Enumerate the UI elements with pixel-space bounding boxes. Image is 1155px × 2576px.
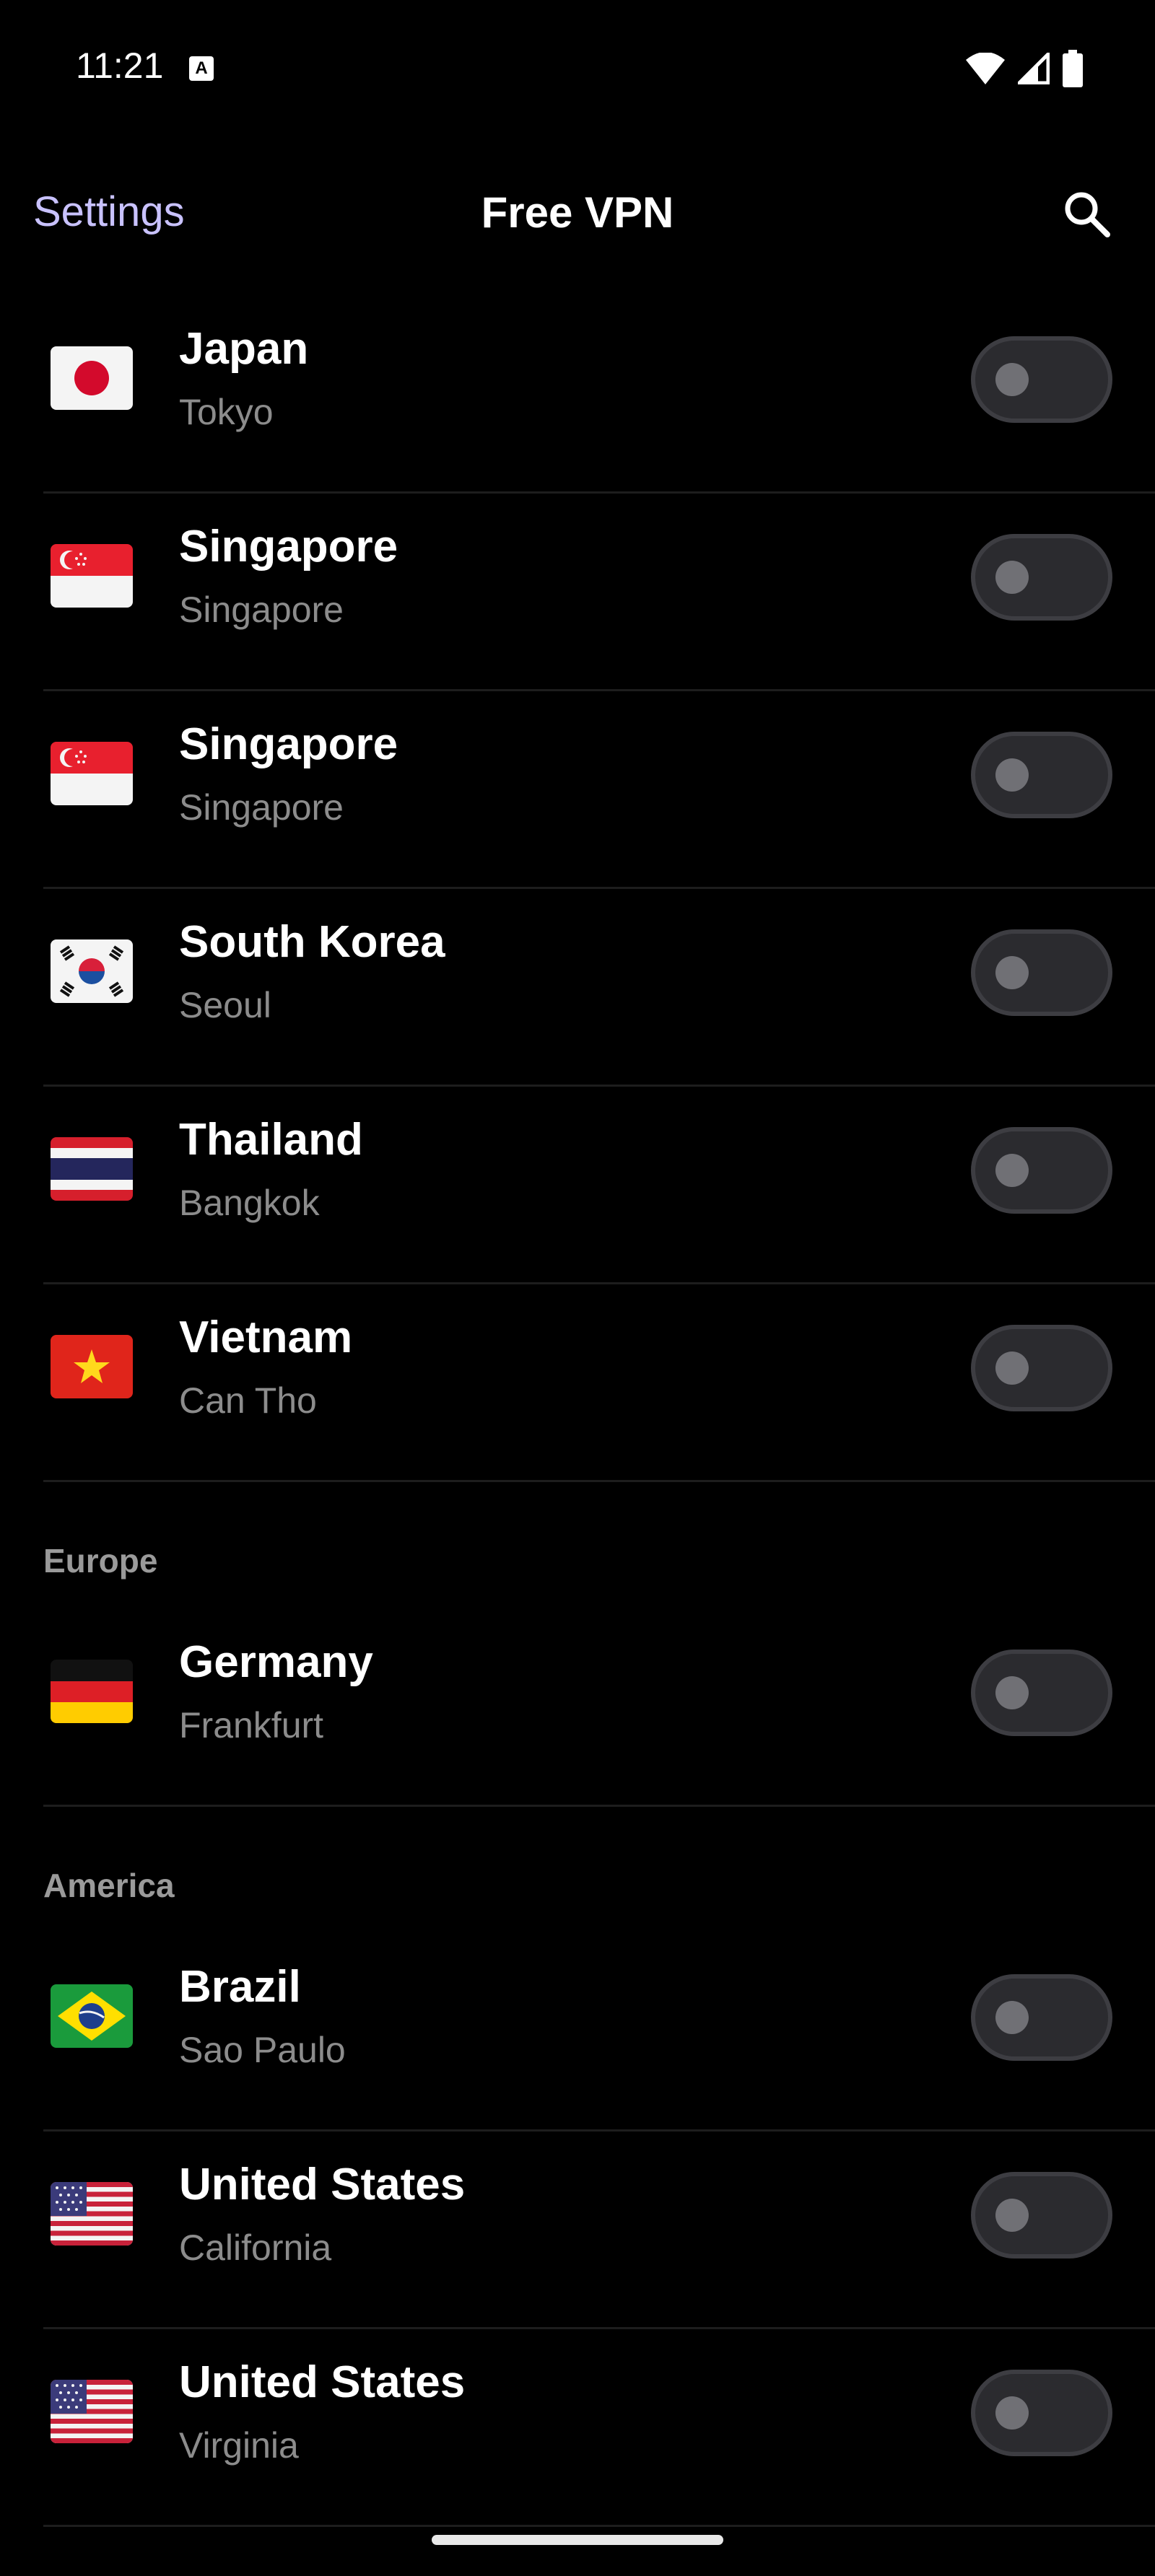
connect-toggle[interactable]: [971, 336, 1112, 423]
wifi-icon: [966, 53, 1005, 84]
vn-flag-icon: [51, 1335, 133, 1398]
connect-toggle[interactable]: [971, 1127, 1112, 1214]
server-country: Singapore: [179, 719, 398, 769]
home-indicator[interactable]: [432, 2535, 723, 2545]
section-header-europe: Europe: [43, 1482, 1155, 1609]
connect-toggle[interactable]: [971, 732, 1112, 818]
server-row[interactable]: Singapore Singapore: [43, 494, 1155, 691]
server-country: United States: [179, 2160, 466, 2209]
server-row[interactable]: Thailand Bangkok: [43, 1087, 1155, 1284]
server-country: South Korea: [179, 917, 445, 967]
status-time: 11:21: [76, 45, 164, 86]
app-bar: Settings Free VPN: [0, 137, 1155, 296]
status-icons: [966, 50, 1083, 87]
connect-toggle[interactable]: [971, 1325, 1112, 1411]
server-city: Virginia: [179, 2425, 299, 2466]
server-row[interactable]: South Korea Seoul: [43, 889, 1155, 1087]
us-flag-icon: [51, 2380, 133, 2443]
jp-flag-icon: [51, 346, 133, 410]
us-flag-icon: [51, 2182, 133, 2246]
toggle-knob: [995, 1154, 1029, 1187]
server-city: Sao Paulo: [179, 2030, 346, 2070]
server-row[interactable]: Singapore Singapore: [43, 691, 1155, 889]
status-bar: 11:21 A: [0, 0, 1155, 137]
toggle-knob: [995, 363, 1029, 396]
server-city: Bangkok: [179, 1183, 320, 1223]
section-title: Europe: [43, 1542, 158, 1580]
server-city: Singapore: [179, 590, 344, 630]
settings-button[interactable]: Settings: [33, 188, 185, 236]
sg-flag-icon: [51, 544, 133, 608]
connect-toggle[interactable]: [971, 1650, 1112, 1736]
server-city: Tokyo: [179, 392, 274, 432]
notification-icon: A: [189, 56, 214, 81]
server-country: United States: [179, 2357, 466, 2407]
toggle-knob: [995, 758, 1029, 792]
toggle-knob: [995, 561, 1029, 594]
kr-flag-icon: [51, 939, 133, 1003]
toggle-knob: [995, 2199, 1029, 2232]
cellular-signal-icon: [1018, 53, 1050, 84]
server-city: Frankfurt: [179, 1705, 324, 1745]
battery-icon: [1063, 50, 1083, 87]
server-row[interactable]: United States California: [43, 2132, 1155, 2329]
server-city: Singapore: [179, 787, 344, 828]
sg-flag-icon: [51, 742, 133, 805]
connect-toggle[interactable]: [971, 929, 1112, 1016]
toggle-knob: [995, 2001, 1029, 2034]
server-row[interactable]: Brazil Sao Paulo: [43, 1934, 1155, 2132]
server-country: Singapore: [179, 522, 398, 571]
br-flag-icon: [51, 1984, 133, 2048]
section-header-america: America: [43, 1807, 1155, 1934]
connect-toggle[interactable]: [971, 2172, 1112, 2259]
server-city: California: [179, 2227, 332, 2268]
connect-toggle[interactable]: [971, 1974, 1112, 2061]
server-city: Can Tho: [179, 1380, 317, 1421]
search-button[interactable]: [1058, 185, 1115, 242]
server-country: Brazil: [179, 1962, 301, 2012]
search-icon: [1065, 192, 1110, 237]
server-row[interactable]: Japan Tokyo: [43, 296, 1155, 494]
server-row[interactable]: United States Virginia: [43, 2329, 1155, 2527]
th-flag-icon: [51, 1137, 133, 1201]
toggle-knob: [995, 956, 1029, 989]
server-row[interactable]: Vietnam Can Tho: [43, 1284, 1155, 1482]
server-country: Germany: [179, 1637, 373, 1687]
connect-toggle[interactable]: [971, 2370, 1112, 2456]
de-flag-icon: [51, 1660, 133, 1723]
server-country: Japan: [179, 324, 309, 374]
toggle-knob: [995, 1351, 1029, 1385]
toggle-knob: [995, 1676, 1029, 1709]
section-title: America: [43, 1867, 175, 1904]
server-country: Thailand: [179, 1115, 363, 1165]
server-country: Vietnam: [179, 1313, 353, 1362]
toggle-knob: [995, 2396, 1029, 2430]
connect-toggle[interactable]: [971, 534, 1112, 621]
server-row[interactable]: Germany Frankfurt: [43, 1609, 1155, 1807]
server-city: Seoul: [179, 985, 271, 1025]
server-list: Japan Tokyo Singapore Singapore Singapor…: [0, 296, 1155, 2527]
